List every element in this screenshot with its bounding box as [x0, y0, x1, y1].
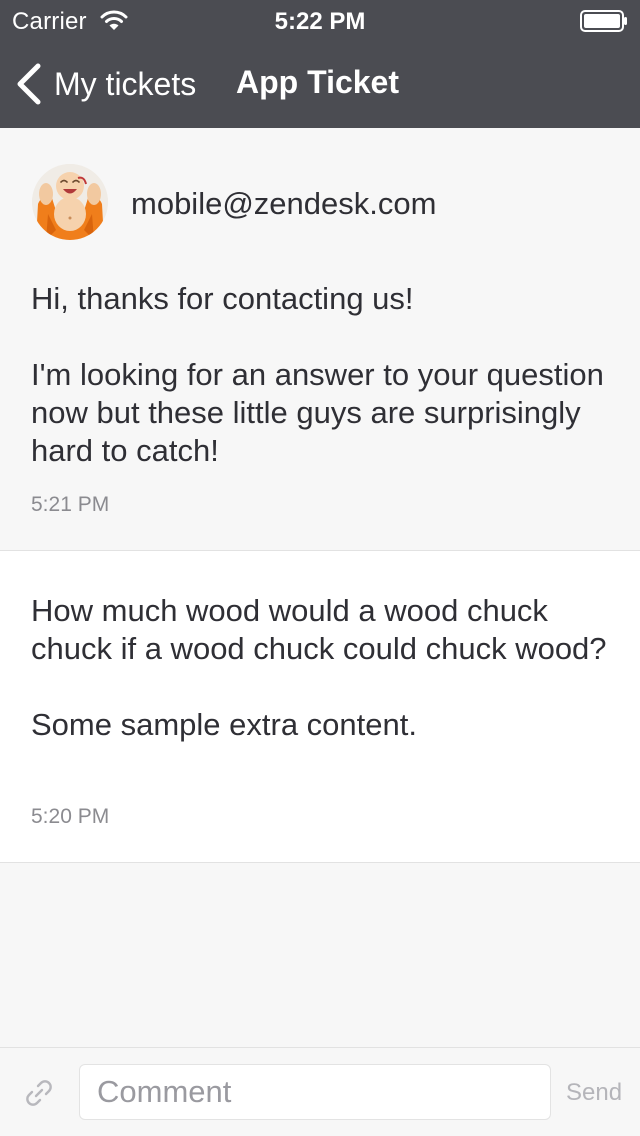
battery-icon: [580, 10, 627, 32]
nav-title: App Ticket: [236, 64, 399, 100]
message-paragraph: Hi, thanks for contacting us!: [31, 281, 414, 316]
laughing-buddha-avatar: [32, 164, 108, 240]
back-button-label: My tickets: [54, 65, 197, 102]
avatar: [32, 164, 108, 240]
message-agent: mobile@zendesk.com Hi, thanks for contac…: [0, 128, 640, 551]
message-timestamp: 5:21 PM: [31, 493, 110, 516]
back-button[interactable]: My tickets: [14, 62, 196, 106]
comment-composer: Send: [0, 1047, 640, 1136]
send-button[interactable]: Send: [566, 1079, 622, 1107]
message-paragraph: How much wood would a wood chuck chuck i…: [31, 593, 607, 666]
message-paragraph: Some sample extra content.: [31, 707, 417, 742]
message-paragraph: I'm looking for an answer to your questi…: [31, 357, 604, 468]
message-timestamp: 5:20 PM: [31, 805, 110, 828]
paperclip-icon[interactable]: [24, 1078, 54, 1108]
message-user: How much wood would a wood chuck chuck i…: [0, 551, 640, 863]
message-body: How much wood would a wood chuck chuck i…: [31, 592, 621, 744]
message-author: mobile@zendesk.com: [131, 186, 437, 221]
status-bar: Carrier 5:22 PM: [0, 0, 640, 40]
header: Carrier 5:22 PM My tickets App Ticket: [0, 0, 640, 128]
navigation-bar: My tickets App Ticket: [0, 40, 640, 128]
message-body: Hi, thanks for contacting us! I'm lookin…: [31, 280, 621, 470]
ticket-screen: Carrier 5:22 PM My tickets App Ticket mo…: [0, 0, 640, 1136]
comment-input[interactable]: [79, 1064, 551, 1120]
status-time: 5:22 PM: [274, 8, 366, 35]
chevron-left-icon: [17, 63, 41, 105]
